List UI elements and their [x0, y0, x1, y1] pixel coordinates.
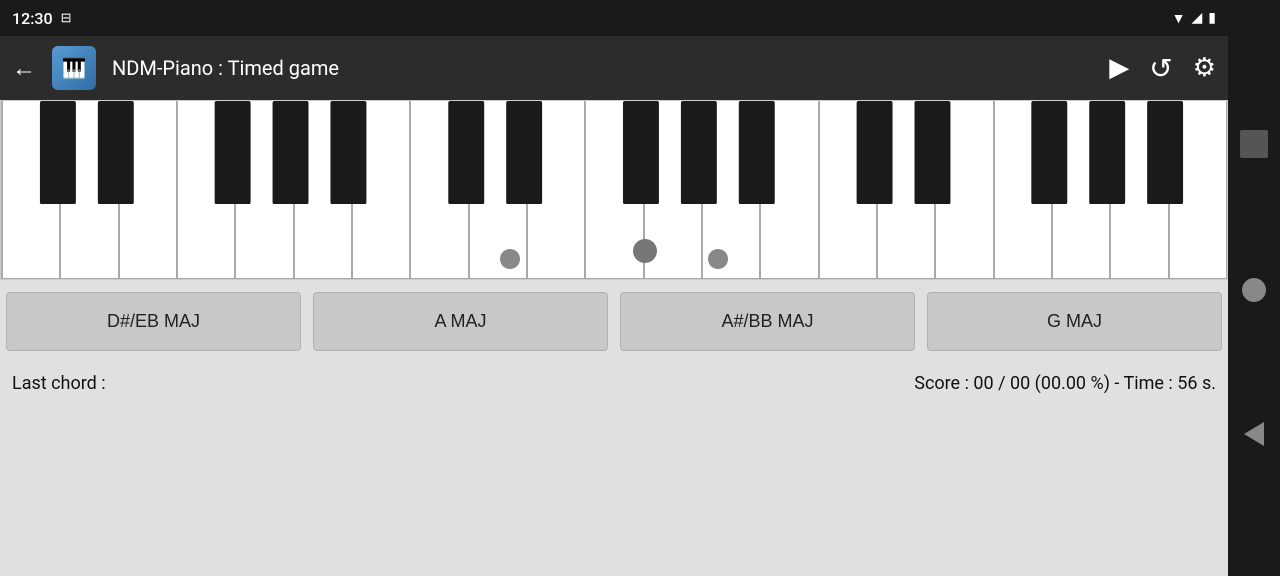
settings-button[interactable]: ⚙	[1193, 53, 1216, 83]
bottom-status: Last chord : Score : 00 / 00 (00.00 %) -…	[0, 363, 1228, 404]
choice-button-1[interactable]: D#/EB MAJ	[6, 292, 301, 351]
right-bar-triangle	[1244, 422, 1264, 446]
status-left: 12:30 ⊟	[12, 9, 72, 28]
status-right: ▼ ◢ ▮	[1172, 10, 1216, 27]
piano-dot-3	[633, 239, 657, 263]
choice-button-2[interactable]: A MAJ	[313, 292, 608, 351]
back-button[interactable]: ←	[12, 54, 36, 83]
white-key[interactable]	[294, 101, 352, 279]
white-key[interactable]	[235, 101, 293, 279]
piano-dot-2	[708, 249, 728, 269]
white-key[interactable]	[60, 101, 118, 279]
status-icon: ⊟	[61, 11, 72, 26]
right-sidebar	[1228, 0, 1280, 576]
white-key[interactable]	[527, 101, 585, 279]
white-key[interactable]	[410, 101, 468, 279]
white-key[interactable]	[1052, 101, 1110, 279]
piano-dot-1	[500, 249, 520, 269]
white-key[interactable]	[352, 101, 410, 279]
white-key[interactable]	[1110, 101, 1168, 279]
white-key[interactable]	[119, 101, 177, 279]
battery-icon: ▮	[1208, 10, 1216, 26]
signal-icon: ◢	[1192, 10, 1203, 26]
refresh-button[interactable]: ↺	[1149, 52, 1172, 85]
white-key[interactable]	[469, 101, 527, 279]
white-key[interactable]	[760, 101, 818, 279]
white-key[interactable]	[819, 101, 877, 279]
last-chord-label: Last chord :	[12, 373, 106, 394]
white-key[interactable]	[1, 101, 60, 279]
piano-wrapper	[1, 101, 1227, 279]
white-key[interactable]	[177, 101, 235, 279]
choice-button-3[interactable]: A#/BB MAJ	[620, 292, 915, 351]
white-key[interactable]	[935, 101, 993, 279]
toolbar-actions: ▶ ↺ ⚙	[1109, 52, 1216, 85]
right-bar-circle	[1242, 278, 1266, 302]
app-icon: 🎹	[52, 46, 96, 90]
app-title: NDM-Piano : Timed game	[112, 56, 1093, 80]
white-key[interactable]	[1169, 101, 1227, 279]
status-bar: 12:30 ⊟ ▼ ◢ ▮	[0, 0, 1228, 36]
status-time: 12:30	[12, 9, 53, 28]
white-key[interactable]	[877, 101, 935, 279]
score-text: Score : 00 / 00 (00.00 %) - Time : 56 s.	[914, 373, 1216, 394]
choices-container: D#/EB MAJ A MAJ A#/BB MAJ G MAJ	[0, 280, 1228, 363]
toolbar: ← 🎹 NDM-Piano : Timed game ▶ ↺ ⚙	[0, 36, 1228, 100]
play-button[interactable]: ▶	[1109, 53, 1129, 83]
choice-button-4[interactable]: G MAJ	[927, 292, 1222, 351]
piano-section	[0, 100, 1228, 280]
wifi-icon: ▼	[1172, 10, 1186, 27]
right-bar-square	[1240, 130, 1268, 158]
white-key[interactable]	[994, 101, 1052, 279]
white-keys	[1, 101, 1227, 279]
